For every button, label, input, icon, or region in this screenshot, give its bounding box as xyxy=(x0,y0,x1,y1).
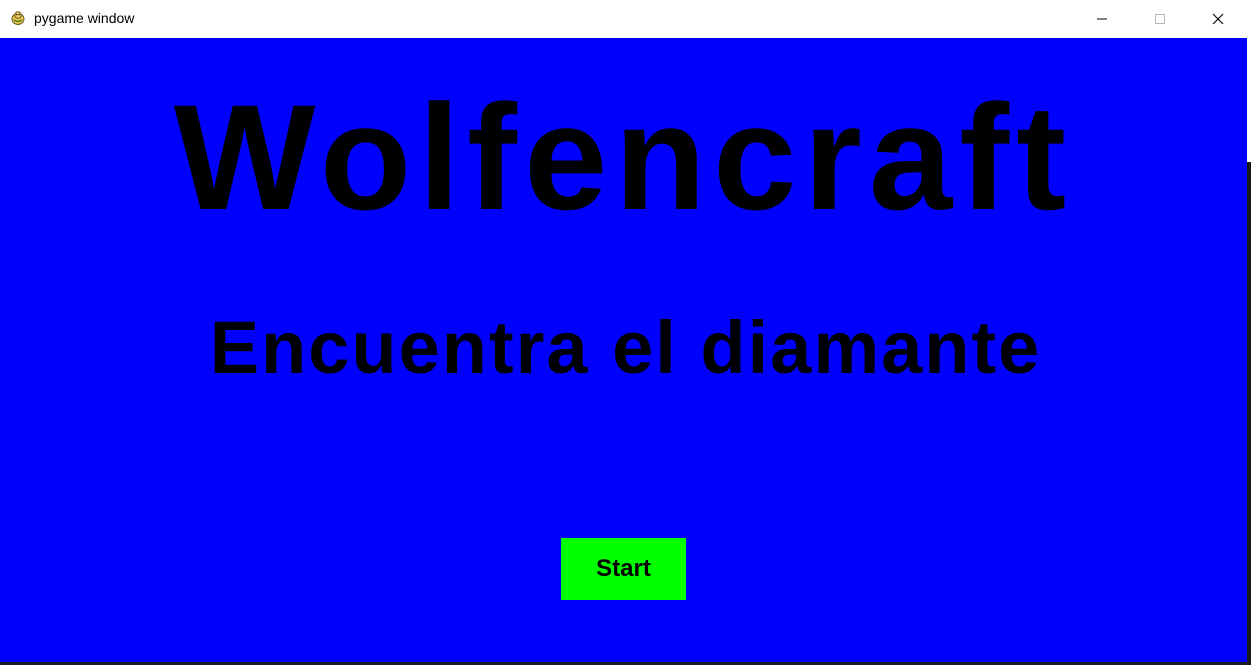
minimize-button[interactable] xyxy=(1079,0,1125,38)
start-button[interactable]: Start xyxy=(561,538,686,600)
maximize-icon xyxy=(1155,14,1165,24)
game-title: Wolfencraft xyxy=(173,73,1074,241)
window-edge xyxy=(1247,162,1251,665)
game-subtitle: Encuentra el diamante xyxy=(209,306,1042,389)
game-canvas[interactable]: Wolfencraft Encuentra el diamante Start xyxy=(0,38,1247,662)
pygame-window: pygame window Wolfencraft Encuentra el d… xyxy=(0,0,1251,665)
window-title: pygame window xyxy=(34,10,135,26)
close-button[interactable] xyxy=(1195,0,1241,38)
maximize-button[interactable] xyxy=(1137,0,1183,38)
pygame-icon xyxy=(10,10,26,26)
title-bar[interactable]: pygame window xyxy=(0,0,1251,38)
close-icon xyxy=(1212,13,1224,25)
minimize-icon xyxy=(1097,18,1107,20)
